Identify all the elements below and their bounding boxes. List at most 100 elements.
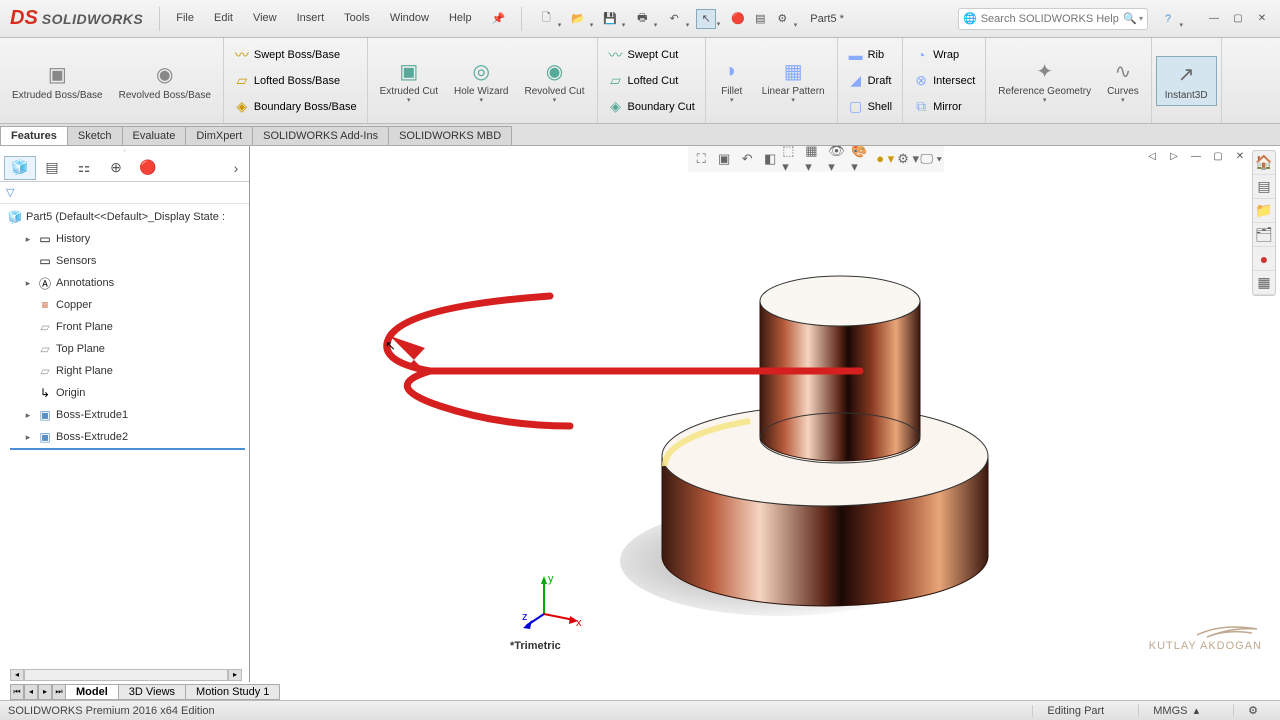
vp-close-icon[interactable]: ✕ [1232, 148, 1248, 164]
curves-button[interactable]: ∿Curves▾ [1099, 53, 1147, 108]
menu-help[interactable]: Help [439, 8, 482, 29]
search-box[interactable]: 🌐 🔍 ▾ [958, 8, 1148, 30]
tab-addins[interactable]: SOLIDWORKS Add-Ins [252, 126, 389, 145]
mirror-button[interactable]: ⧉Mirror [907, 94, 968, 120]
extruded-cut-button[interactable]: ▣Extruded Cut▾ [372, 53, 446, 108]
draft-button[interactable]: ◢Draft [842, 68, 898, 94]
menu-view[interactable]: View [243, 8, 287, 29]
rebuild-icon[interactable]: 🔴 [728, 9, 748, 29]
wrap-button[interactable]: ◔Wrap [907, 42, 965, 68]
new-icon[interactable]: 🗋 [536, 9, 556, 29]
boundary-cut-button[interactable]: ◈Boundary Cut [602, 94, 701, 120]
reference-geometry-button[interactable]: ✦Reference Geometry▾ [990, 53, 1099, 108]
close-icon[interactable]: ✕ [1254, 11, 1270, 27]
tree-boss-extrude1[interactable]: ▸▣Boss-Extrude1 [0, 404, 249, 426]
menu-edit[interactable]: Edit [204, 8, 243, 29]
configuration-manager-tab-icon[interactable]: ⚏ [68, 156, 100, 180]
tab-prev-icon[interactable]: ◂ [24, 684, 38, 700]
menu-insert[interactable]: Insert [287, 8, 335, 29]
tree-origin[interactable]: ↳Origin [0, 382, 249, 404]
tree-annotations[interactable]: ▸ⒶAnnotations [0, 272, 249, 294]
edit-appearance-icon[interactable]: 🎨 ▾ [851, 148, 873, 170]
tab-dimxpert[interactable]: DimXpert [185, 126, 253, 145]
select-icon[interactable]: ↖ [696, 9, 716, 29]
tree-history[interactable]: ▸▭History [0, 228, 249, 250]
file-explorer-icon[interactable]: 🗂 [1253, 223, 1275, 247]
menu-tools[interactable]: Tools [334, 8, 380, 29]
open-icon[interactable]: 📂 [568, 9, 588, 29]
settings-icon[interactable]: ⚙ [772, 9, 792, 29]
revolved-cut-button[interactable]: ◉Revolved Cut▾ [516, 53, 592, 108]
tree-boss-extrude2[interactable]: ▸▣Boss-Extrude2 [0, 426, 249, 448]
tab-evaluate[interactable]: Evaluate [122, 126, 187, 145]
fillet-button[interactable]: ◗Fillet▾ [710, 53, 754, 108]
hole-wizard-button[interactable]: ◎Hole Wizard▾ [446, 53, 516, 108]
status-units[interactable]: MMGS ▴ [1138, 704, 1213, 717]
tree-scrollbar[interactable]: ◂▸ [10, 668, 242, 682]
linear-pattern-button[interactable]: ▦Linear Pattern▾ [754, 53, 833, 108]
tree-material[interactable]: ≡Copper [0, 294, 249, 316]
feature-manager-tab-icon[interactable]: 🧊 [4, 156, 36, 180]
search-input[interactable] [981, 13, 1124, 25]
menu-file[interactable]: File [166, 8, 204, 29]
property-manager-tab-icon[interactable]: ▤ [36, 156, 68, 180]
tab-features[interactable]: Features [0, 126, 68, 145]
vp-prev-icon[interactable]: ◁ [1144, 148, 1160, 164]
expand-panel-icon[interactable]: › [227, 156, 245, 180]
view-settings-icon[interactable]: ⚙ ▾ [897, 148, 919, 170]
appearances-icon[interactable]: ● [1253, 247, 1275, 271]
tree-top-plane[interactable]: ▱Top Plane [0, 338, 249, 360]
tab-last-icon[interactable]: ⏭ [52, 684, 66, 700]
bottom-tab-model[interactable]: Model [65, 684, 119, 700]
resources-icon[interactable]: ▤ [1253, 175, 1275, 199]
render-icon[interactable]: 🖵 ▾ [920, 148, 942, 170]
tree-right-plane[interactable]: ▱Right Plane [0, 360, 249, 382]
intersect-button[interactable]: ⊗Intersect [907, 68, 981, 94]
lofted-cut-button[interactable]: ▱Lofted Cut [602, 68, 685, 94]
search-icon[interactable]: 🔍 [1123, 12, 1137, 25]
tree-root[interactable]: 🧊 Part5 (Default<<Default>_Display State… [0, 206, 249, 228]
view-triad[interactable]: y x z [522, 572, 582, 632]
minimize-icon[interactable]: — [1206, 11, 1222, 27]
tab-sketch[interactable]: Sketch [67, 126, 123, 145]
tab-mbd[interactable]: SOLIDWORKS MBD [388, 126, 512, 145]
status-settings-icon[interactable]: ⚙ [1233, 704, 1272, 717]
hide-show-icon[interactable]: 👁 ▾ [828, 148, 850, 170]
display-manager-tab-icon[interactable]: 🔴 [132, 156, 164, 180]
tab-next-icon[interactable]: ▸ [38, 684, 52, 700]
vp-next-icon[interactable]: ▷ [1166, 148, 1182, 164]
boundary-boss-button[interactable]: ◈Boundary Boss/Base [228, 94, 363, 120]
revolved-boss-button[interactable]: ◉ Revolved Boss/Base [111, 57, 219, 105]
view-orientation-icon[interactable]: ⬚ ▾ [782, 148, 804, 170]
print-icon[interactable]: 🖶 [632, 9, 652, 29]
apply-scene-icon[interactable]: ● ▾ [874, 148, 896, 170]
swept-boss-button[interactable]: 〰Swept Boss/Base [228, 42, 346, 68]
menu-window[interactable]: Window [380, 8, 439, 29]
tree-sensors[interactable]: ▭Sensors [0, 250, 249, 272]
help-icon[interactable]: ? [1158, 9, 1178, 29]
dimxpert-manager-tab-icon[interactable]: ⊕ [100, 156, 132, 180]
zoom-fit-icon[interactable]: ⛶ [690, 148, 712, 170]
maximize-icon[interactable]: ▢ [1230, 11, 1246, 27]
bottom-tab-3dviews[interactable]: 3D Views [118, 684, 186, 700]
display-style-icon[interactable]: ▦ ▾ [805, 148, 827, 170]
bottom-tab-motion[interactable]: Motion Study 1 [185, 684, 280, 700]
instant3d-button[interactable]: ↗Instant3D [1156, 56, 1217, 106]
custom-props-icon[interactable]: ▦ [1253, 271, 1275, 295]
vp-maximize-icon[interactable]: ▢ [1210, 148, 1226, 164]
viewport[interactable]: ⛶ ▣ ↶ ◧ ⬚ ▾ ▦ ▾ 👁 ▾ 🎨 ▾ ● ▾ ⚙ ▾ 🖵 ▾ ◁ ▷ … [250, 146, 1280, 682]
zoom-area-icon[interactable]: ▣ [713, 148, 735, 170]
rollback-bar[interactable] [10, 448, 245, 450]
swept-cut-button[interactable]: 〰Swept Cut [602, 42, 685, 68]
shell-button[interactable]: ▢Shell [842, 94, 898, 120]
lofted-boss-button[interactable]: ▱Lofted Boss/Base [228, 68, 346, 94]
tab-first-icon[interactable]: ⏮ [10, 684, 24, 700]
rib-button[interactable]: ▬Rib [842, 42, 891, 68]
previous-view-icon[interactable]: ↶ [736, 148, 758, 170]
filter-icon[interactable]: ▽ [6, 186, 14, 199]
tree-front-plane[interactable]: ▱Front Plane [0, 316, 249, 338]
extruded-boss-button[interactable]: ▣ Extruded Boss/Base [4, 57, 111, 105]
menu-pin-icon[interactable]: 📌 [482, 8, 516, 29]
undo-icon[interactable]: ↶ [664, 9, 684, 29]
vp-minimize-icon[interactable]: — [1188, 148, 1204, 164]
